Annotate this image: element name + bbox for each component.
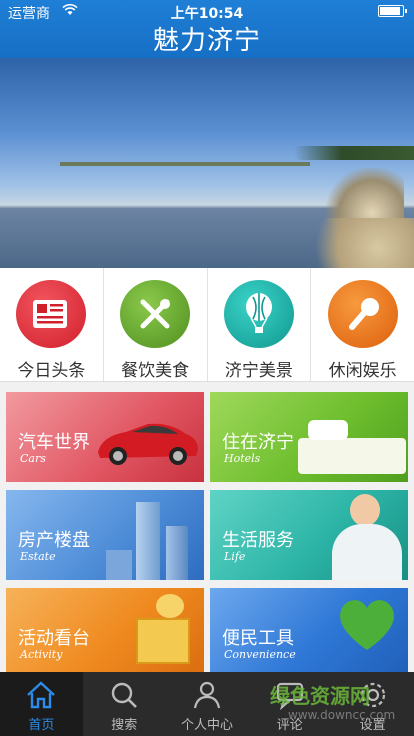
category-row: 今日头条 餐饮美食 济宁美景 休闲娱乐 [0, 268, 414, 382]
hot-air-balloon-icon [223, 280, 294, 348]
home-icon [27, 681, 56, 709]
tile-hotels[interactable]: 住在济宁 Hotels [210, 392, 408, 482]
category-label: 餐饮美食 [121, 361, 190, 381]
car-image [98, 423, 198, 465]
microphone-icon [327, 280, 398, 348]
category-entertainment[interactable]: 休闲娱乐 [311, 268, 414, 381]
category-label: 休闲娱乐 [328, 361, 397, 381]
category-label: 今日头条 [17, 361, 86, 381]
watermark: 绿色资源网 www.downcc.com [270, 680, 410, 730]
tile-activity[interactable]: 活动看台 Activity [6, 588, 204, 678]
gift-box-image [136, 618, 190, 664]
category-headlines[interactable]: 今日头条 [0, 268, 104, 381]
gift-bow-image [156, 594, 184, 618]
heart-plant-image [340, 600, 394, 650]
tab-label: 首页 [28, 718, 55, 733]
banner-rocks-front [294, 218, 414, 268]
tab-label: 搜索 [111, 718, 138, 733]
tile-title: 便民工具 [222, 628, 294, 649]
building-image [106, 550, 132, 580]
category-food[interactable]: 餐饮美食 [104, 268, 208, 381]
banner-trees [294, 146, 414, 160]
tile-subtitle: Estate [20, 550, 56, 563]
tab-home[interactable]: 首页 [0, 672, 83, 736]
pillow-image [308, 420, 348, 440]
tab-search[interactable]: 搜索 [83, 672, 166, 736]
watermark-text: 绿色资源网 [270, 684, 370, 708]
tile-estate[interactable]: 房产楼盘 Estate [6, 490, 204, 580]
newspaper-icon [16, 280, 87, 348]
search-icon [111, 682, 138, 708]
page-title: 魅力济宁 [152, 26, 261, 56]
tile-convenience[interactable]: 便民工具 Convenience [210, 588, 408, 678]
tab-label: 个人中心 [180, 718, 233, 733]
person-image [332, 524, 402, 580]
tile-title: 汽车世界 [18, 432, 90, 453]
tile-subtitle: Convenience [224, 648, 296, 661]
tile-title: 生活服务 [222, 530, 294, 551]
status-bar: 运营商 上午10:54 [0, 0, 414, 22]
building-image [136, 502, 160, 580]
category-label: 济宁美景 [224, 361, 293, 381]
bed-image [298, 438, 406, 474]
tile-subtitle: Activity [20, 648, 63, 661]
category-scenery[interactable]: 济宁美景 [208, 268, 312, 381]
tile-title: 住在济宁 [222, 432, 294, 453]
battery-icon [378, 5, 407, 17]
fork-knife-icon [120, 280, 191, 348]
person-image [350, 494, 380, 526]
tile-cars[interactable]: 汽车世界 Cars [6, 392, 204, 482]
user-icon [193, 681, 221, 709]
tile-subtitle: Cars [20, 452, 46, 465]
tile-life[interactable]: 生活服务 Life [210, 490, 408, 580]
tile-subtitle: Life [224, 550, 246, 563]
banner-carousel[interactable] [0, 58, 414, 268]
tile-title: 房产楼盘 [18, 530, 90, 551]
tile-title: 活动看台 [18, 628, 90, 649]
tile-subtitle: Hotels [224, 452, 261, 465]
top-bar: 运营商 上午10:54 魅力济宁 [0, 0, 414, 58]
tab-profile[interactable]: 个人中心 [166, 672, 249, 736]
building-image [166, 526, 188, 580]
watermark-url: www.downcc.com [288, 708, 396, 722]
banner-pier [60, 162, 310, 166]
